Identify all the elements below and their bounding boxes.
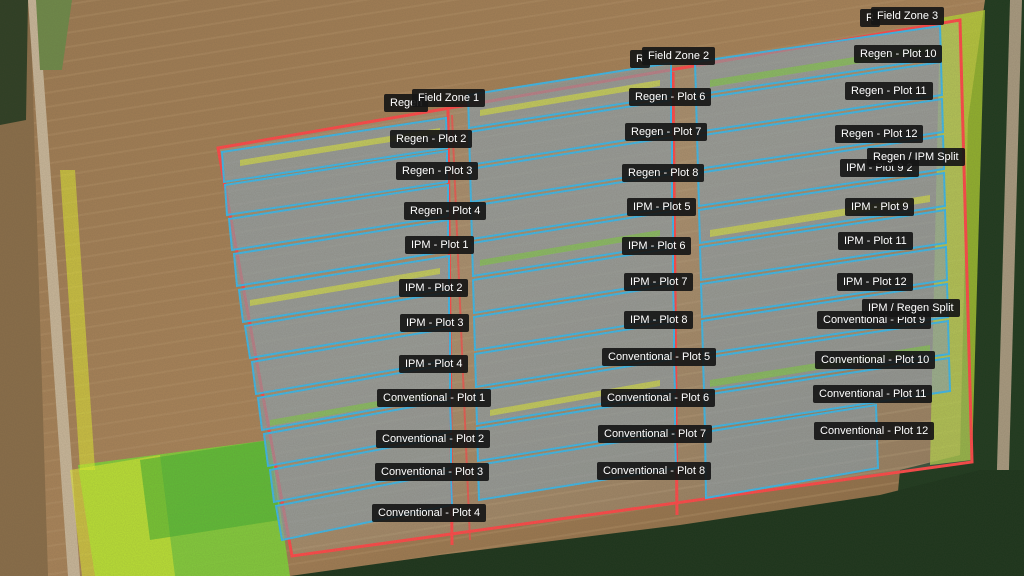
label-regen-plot-4[interactable]: Regen - Plot 4 <box>404 202 487 220</box>
label-field-zone-1[interactable]: Field Zone 1 <box>412 89 486 107</box>
label-ipm-plot-7[interactable]: IPM - Plot 7 <box>624 273 694 291</box>
label-conv-plot-12[interactable]: Conventional - Plot 12 <box>814 422 935 440</box>
label-regen-plot-2[interactable]: Regen - Plot 2 <box>390 130 473 148</box>
label-ipm-plot-2[interactable]: IPM - Plot 2 <box>399 279 469 297</box>
label-conv-plot-7[interactable]: Conventional - Plot 7 <box>598 425 713 443</box>
label-regen-plot-3[interactable]: Regen - Plot 3 <box>396 162 479 180</box>
label-regen-ipm-split[interactable]: Regen / IPM Split <box>867 148 965 166</box>
label-ipm-plot-12[interactable]: IPM - Plot 12 <box>837 273 913 291</box>
label-regen-plot-8[interactable]: Regen - Plot 8 <box>622 164 705 182</box>
label-field-zone-3[interactable]: Field Zone 3 <box>871 7 945 25</box>
label-regen-plot-10[interactable]: Regen - Plot 10 <box>854 45 943 63</box>
label-ipm-plot-3[interactable]: IPM - Plot 3 <box>400 314 470 332</box>
label-regen-plot-6[interactable]: Regen - Plot 6 <box>629 88 712 106</box>
label-ipm-plot-9[interactable]: IPM - Plot 9 <box>845 198 915 216</box>
label-regen-plot-12[interactable]: Regen - Plot 12 <box>835 125 924 143</box>
label-conv-plot-8[interactable]: Conventional - Plot 8 <box>597 462 712 480</box>
label-conv-plot-10[interactable]: Conventional - Plot 10 <box>815 351 936 369</box>
label-ipm-plot-11[interactable]: IPM - Plot 11 <box>838 232 913 250</box>
label-field-zone-2[interactable]: Field Zone 2 <box>642 47 716 65</box>
label-regen-plot-7[interactable]: Regen - Plot 7 <box>625 123 708 141</box>
label-ipm-regen-split[interactable]: IPM / Regen Split <box>862 299 960 317</box>
label-conv-plot-4[interactable]: Conventional - Plot 4 <box>372 504 487 522</box>
label-conv-plot-3[interactable]: Conventional - Plot 3 <box>375 463 490 481</box>
label-conv-plot-11[interactable]: Conventional - Plot 11 <box>813 385 933 403</box>
label-conv-plot-5[interactable]: Conventional - Plot 5 <box>602 348 717 366</box>
label-ipm-plot-1[interactable]: IPM - Plot 1 <box>405 236 475 254</box>
label-ipm-plot-8[interactable]: IPM - Plot 8 <box>624 311 694 329</box>
label-ipm-plot-6[interactable]: IPM - Plot 6 <box>622 237 692 255</box>
label-regen-plot-11[interactable]: Regen - Plot 11 <box>845 82 933 100</box>
label-ipm-plot-4[interactable]: IPM - Plot 4 <box>399 355 469 373</box>
label-conv-plot-2[interactable]: Conventional - Plot 2 <box>376 430 491 448</box>
label-conv-plot-6[interactable]: Conventional - Plot 6 <box>601 389 716 407</box>
label-conv-plot-1[interactable]: Conventional - Plot 1 <box>377 389 492 407</box>
label-ipm-plot-5[interactable]: IPM - Plot 5 <box>627 198 697 216</box>
